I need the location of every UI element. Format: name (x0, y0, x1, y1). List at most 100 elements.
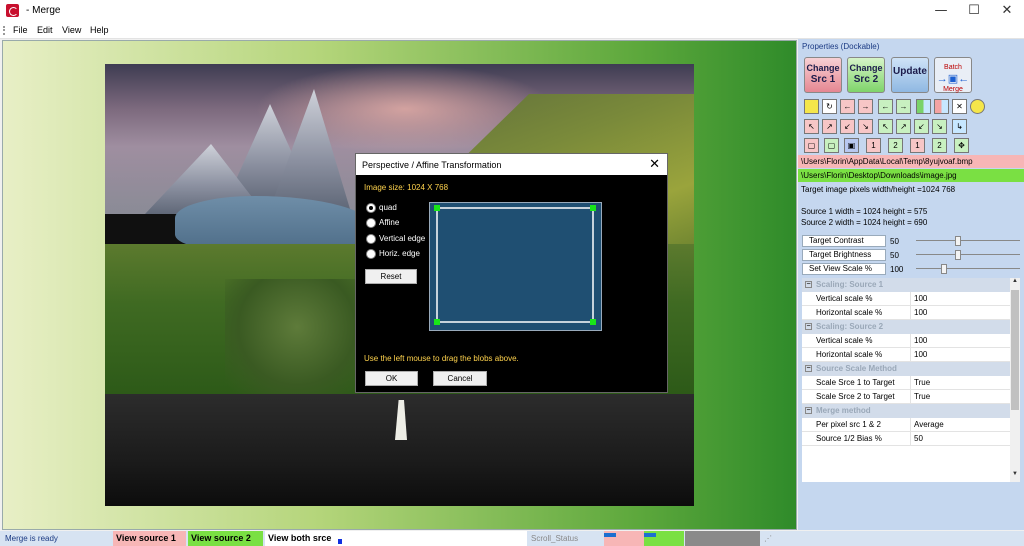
grid-value[interactable]: 100 (914, 292, 927, 305)
brightness-slider[interactable] (916, 250, 1020, 260)
radio-quad-circle[interactable] (366, 203, 376, 213)
cross-icon[interactable]: ✕ (952, 99, 967, 114)
select-src2-button[interactable]: 2 (888, 138, 903, 153)
fit-arrow-icon[interactable]: ↳ (952, 119, 967, 134)
ok-button[interactable]: OK (365, 371, 418, 386)
change-src2-button[interactable]: Change Src 2 (847, 57, 885, 93)
maximize-button[interactable]: ☐ (957, 0, 991, 22)
arrow-right-green-icon[interactable]: → (896, 99, 911, 114)
batch-merge-button[interactable]: Batch →▣← Merge (934, 57, 972, 93)
grid-row[interactable]: Vertical scale % 100 (802, 334, 1010, 348)
frame-both-icon[interactable]: ▣ (844, 138, 859, 153)
corner-1-bottomleft-icon[interactable]: ↙ (840, 119, 855, 134)
ellipse-icon[interactable] (970, 99, 985, 114)
view-scale-value: 100 (890, 265, 904, 274)
brightness-slider-thumb[interactable] (955, 250, 961, 260)
collapse-icon[interactable]: − (805, 365, 812, 372)
grid-category-scaling-source1[interactable]: − Scaling: Source 1 (802, 278, 1010, 292)
arrow-right-red-icon[interactable]: → (858, 99, 873, 114)
dialog-title: Perspective / Affine Transformation (362, 160, 502, 170)
corner-2-bottomright-icon[interactable]: ↘ (932, 119, 947, 134)
quad-blob-top-left[interactable] (434, 205, 440, 211)
dialog-close-icon[interactable]: ✕ (649, 157, 660, 172)
quad-blob-bottom-right[interactable] (590, 319, 596, 325)
source1-size-text: Source 1 width = 1024 height = 575 (801, 207, 928, 216)
grid-value[interactable]: Average (914, 418, 944, 431)
frame-src1-icon[interactable]: ▢ (804, 138, 819, 153)
grid-category-scaling-source2[interactable]: − Scaling: Source 2 (802, 320, 1010, 334)
rotate-icon[interactable]: ↻ (822, 99, 837, 114)
radio-vertical-edge-circle[interactable] (366, 234, 376, 244)
property-grid-scrollbar[interactable]: ▲ ▼ (1010, 278, 1020, 482)
frame-src2-icon[interactable]: ▢ (824, 138, 839, 153)
update-button[interactable]: Update (891, 57, 929, 93)
menu-edit[interactable]: Edit (37, 25, 53, 35)
grid-row[interactable]: Per pixel src 1 & 2 Average (802, 418, 1010, 432)
close-button[interactable]: ✕ (990, 0, 1024, 22)
grid-value[interactable]: 100 (914, 334, 927, 347)
collapse-icon[interactable]: − (805, 281, 812, 288)
grid-value[interactable]: True (914, 376, 930, 389)
batch-arrows-icon: →▣← (936, 73, 970, 85)
cancel-button[interactable]: Cancel (433, 371, 487, 386)
scroll-up-icon[interactable]: ▲ (1011, 278, 1019, 288)
grid-value[interactable]: 100 (914, 348, 927, 361)
grid-value[interactable]: 100 (914, 306, 927, 319)
grid-value[interactable]: True (914, 390, 930, 403)
corner-2-topright-icon[interactable]: ↗ (896, 119, 911, 134)
grid-row[interactable]: Scale Srce 2 to Target True (802, 390, 1010, 404)
collapse-icon[interactable]: − (805, 407, 812, 414)
corner-1-bottomright-icon[interactable]: ↘ (858, 119, 873, 134)
view-scale-slider[interactable] (916, 264, 1020, 274)
radio-affine-label: Affine (379, 218, 400, 227)
view-both-button[interactable]: View both srce (265, 531, 527, 546)
collapse-icon[interactable]: − (805, 323, 812, 330)
title-bar: - Merge — ☐ ✕ (0, 0, 1024, 22)
grid-split (910, 432, 911, 446)
split-red-icon[interactable] (934, 99, 949, 114)
move-arrows-icon[interactable]: ✥ (954, 138, 969, 153)
grid-value[interactable]: 50 (914, 432, 923, 445)
change-src1-button[interactable]: Change Src 1 (804, 57, 842, 93)
toolbar-yellow-square-icon[interactable] (804, 99, 819, 114)
corner-1-topleft-icon[interactable]: ↖ (804, 119, 819, 134)
view-scale-slider-thumb[interactable] (941, 264, 947, 274)
grid-row[interactable]: Vertical scale % 100 (802, 292, 1010, 306)
view-source1-button[interactable]: View source 1 (113, 531, 186, 546)
menu-help[interactable]: Help (90, 25, 109, 35)
radio-horiz-edge-circle[interactable] (366, 249, 376, 259)
arrow-left-red-icon[interactable]: ← (840, 99, 855, 114)
grid-row[interactable]: Scale Srce 1 to Target True (802, 376, 1010, 390)
select-src1-button[interactable]: 1 (866, 138, 881, 153)
menu-file[interactable]: File (13, 25, 28, 35)
view-source2-button[interactable]: View source 2 (188, 531, 263, 546)
stretch-src1-button[interactable]: 1 (910, 138, 925, 153)
corner-2-topleft-icon[interactable]: ↖ (878, 119, 893, 134)
arrow-left-green-icon[interactable]: ← (878, 99, 893, 114)
grid-row[interactable]: Source 1/2 Bias % 50 (802, 432, 1010, 446)
radio-horiz-edge-label: Horiz. edge (379, 249, 420, 258)
corner-1-topright-icon[interactable]: ↗ (822, 119, 837, 134)
scroll-thumb[interactable] (1011, 290, 1019, 410)
grid-category-merge-method[interactable]: − Merge method (802, 404, 1010, 418)
stretch-src2-button[interactable]: 2 (932, 138, 947, 153)
minimize-button[interactable]: — (924, 0, 958, 22)
scroll-down-icon[interactable]: ▼ (1011, 471, 1019, 481)
corner-2-bottomleft-icon[interactable]: ↙ (914, 119, 929, 134)
menu-view[interactable]: View (62, 25, 81, 35)
grid-row[interactable]: Horizontal scale % 100 (802, 348, 1010, 362)
radio-affine-circle[interactable] (366, 218, 376, 228)
grid-category-source-scale-method[interactable]: − Source Scale Method (802, 362, 1010, 376)
contrast-slider-thumb[interactable] (955, 236, 961, 246)
quad-editor[interactable] (429, 202, 602, 331)
reset-button[interactable]: Reset (365, 269, 417, 284)
grid-row[interactable]: Horizontal scale % 100 (802, 306, 1010, 320)
quad-blob-top-right[interactable] (590, 205, 596, 211)
contrast-slider-line (916, 240, 1020, 241)
property-grid: − Scaling: Source 1 Vertical scale % 100… (802, 278, 1010, 482)
contrast-slider[interactable] (916, 236, 1020, 246)
properties-header: Properties (Dockable) (802, 42, 880, 51)
split-green-icon[interactable] (916, 99, 931, 114)
quad-blob-bottom-left[interactable] (434, 319, 440, 325)
resize-grip-icon[interactable]: ⋰ (764, 531, 772, 546)
